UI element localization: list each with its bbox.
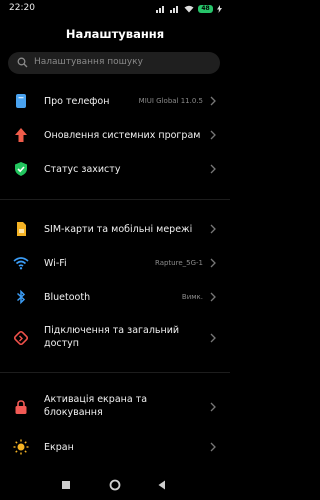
lock-icon: [15, 400, 27, 414]
search-icon: [17, 57, 28, 68]
chevron-right-icon: [210, 402, 216, 412]
search-placeholder: Налаштування пошуку: [34, 57, 143, 67]
search-input[interactable]: Налаштування пошуку: [8, 52, 220, 74]
settings-item-label: Екран: [44, 442, 74, 453]
settings-item-system-updates[interactable]: Оновлення системних програм: [0, 122, 230, 148]
settings-item-display[interactable]: Екран: [0, 434, 230, 460]
status-icons: 48: [156, 4, 222, 14]
settings-item-value: MIUI Global 11.0.5: [138, 97, 203, 105]
recent-apps-icon[interactable]: [59, 478, 73, 492]
chevron-right-icon: [210, 130, 216, 140]
update-arrow-icon: [15, 128, 27, 142]
settings-item-about-phone[interactable]: Про телефон MIUI Global 11.0.5: [0, 88, 230, 114]
brightness-icon: [13, 439, 29, 455]
chevron-right-icon: [210, 442, 216, 452]
chevron-right-icon: [210, 96, 216, 106]
signal-icon-2: [170, 6, 178, 13]
wifi-status-icon: [184, 5, 194, 13]
bluetooth-icon: [16, 289, 26, 305]
home-icon[interactable]: [108, 478, 122, 492]
settings-item-label: Wi-Fi: [44, 258, 67, 269]
chevron-right-icon: [210, 333, 216, 343]
connection-share-icon: [13, 330, 29, 346]
settings-item-bluetooth[interactable]: Bluetooth Вимк.: [0, 284, 230, 310]
chevron-right-icon: [210, 164, 216, 174]
section-divider: [0, 372, 230, 373]
settings-item-value: Rapture_5G-1: [154, 259, 203, 267]
phone-info-icon: [16, 94, 26, 108]
settings-item-label: Про телефон: [44, 96, 110, 107]
chevron-right-icon: [210, 224, 216, 234]
page-title: Налаштування: [65, 27, 165, 41]
sim-card-icon: [17, 222, 26, 236]
settings-item-lock-screen[interactable]: Активація екрана та блокування: [0, 389, 230, 425]
section-divider: [0, 199, 230, 200]
battery-indicator: 48: [198, 5, 213, 13]
settings-item-wifi[interactable]: Wi-Fi Rapture_5G-1: [0, 250, 230, 276]
settings-item-label: Підключення та загальний доступ: [44, 325, 180, 349]
navigation-bar: [0, 470, 230, 500]
settings-item-label: SIM-карти та мобільні мережі: [44, 224, 193, 235]
settings-item-label: Bluetooth: [44, 292, 91, 303]
charging-icon: [217, 5, 222, 13]
back-icon[interactable]: [155, 478, 169, 492]
settings-item-security-status[interactable]: Статус захисту: [0, 156, 230, 182]
settings-item-label: Активація екрана та блокування: [44, 394, 148, 418]
settings-item-label: Оновлення системних програм: [44, 130, 201, 141]
settings-item-connection-sharing[interactable]: Підключення та загальний доступ: [0, 320, 230, 356]
status-time: 22:20: [9, 3, 35, 13]
signal-icon: [156, 6, 164, 13]
settings-item-sim-cards[interactable]: SIM-карти та мобільні мережі: [0, 216, 230, 242]
chevron-right-icon: [210, 292, 216, 302]
settings-item-label: Статус захисту: [44, 164, 121, 175]
chevron-right-icon: [210, 258, 216, 268]
status-bar: 22:20 48: [0, 0, 230, 18]
shield-check-icon: [15, 162, 27, 176]
settings-item-value: Вимк.: [181, 293, 203, 301]
wifi-icon: [13, 257, 29, 270]
